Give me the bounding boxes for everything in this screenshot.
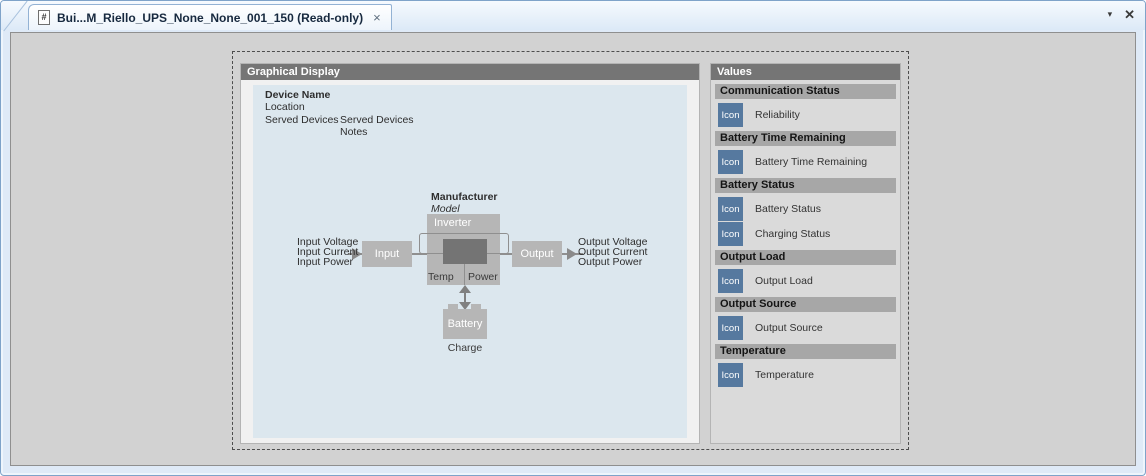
section-header-communication-status: Communication Status <box>715 84 896 99</box>
value-row-output-source[interactable]: Icon Output Source <box>718 316 896 340</box>
value-row-battery-time-remaining[interactable]: Icon Battery Time Remaining <box>718 150 896 174</box>
tab-bar: # Bui...M_Riello_UPS_None_None_001_150 (… <box>1 1 1145 30</box>
inverter-core-box <box>443 239 487 264</box>
output-box: Output <box>512 241 562 267</box>
document-tab[interactable]: # Bui...M_Riello_UPS_None_None_001_150 (… <box>28 4 392 30</box>
served-devices-value: Served Devices <box>340 114 414 126</box>
tab-close-icon[interactable]: × <box>373 11 381 24</box>
input-metrics: Input Voltage Input Current Input Power <box>297 237 358 267</box>
section-header-output-load: Output Load <box>715 250 896 265</box>
value-row-battery-status[interactable]: Icon Battery Status <box>718 197 896 221</box>
value-row-output-load[interactable]: Icon Output Load <box>718 269 896 293</box>
close-document-icon[interactable]: ✕ <box>1124 8 1135 21</box>
inverter-label: Inverter <box>434 217 471 229</box>
notes-label: Notes <box>340 126 367 138</box>
value-icon: Icon <box>718 316 743 340</box>
values-panel[interactable]: Values Communication Status Icon Reliabi… <box>710 63 901 444</box>
values-header: Values <box>711 64 900 80</box>
manufacturer-label: Manufacturer <box>431 191 498 203</box>
document-icon: # <box>38 10 50 25</box>
section-header-temperature: Temperature <box>715 344 896 359</box>
value-icon: Icon <box>718 197 743 221</box>
value-icon: Icon <box>718 269 743 293</box>
battery-box: Battery <box>443 309 487 339</box>
value-row-label: Temperature <box>755 369 814 381</box>
value-row-label: Charging Status <box>755 228 830 240</box>
input-box: Input <box>362 241 412 267</box>
tab-list-dropdown-icon[interactable]: ▾ <box>1108 10 1113 19</box>
editor-window: # Bui...M_Riello_UPS_None_None_001_150 (… <box>0 0 1146 476</box>
value-row-temperature[interactable]: Icon Temperature <box>718 363 896 387</box>
values-body: Communication Status Icon Reliability Ba… <box>711 84 900 387</box>
temp-label: Temp <box>428 271 454 283</box>
value-row-label: Battery Time Remaining <box>755 156 867 168</box>
graphical-display-panel[interactable]: Graphical Display Device Name Location S… <box>240 63 700 444</box>
value-row-label: Battery Status <box>755 203 821 215</box>
output-metrics: Output Voltage Output Current Output Pow… <box>578 237 647 267</box>
temp-power-divider <box>464 264 465 285</box>
tab-title: Bui...M_Riello_UPS_None_None_001_150 (Re… <box>57 11 363 25</box>
value-icon: Icon <box>718 363 743 387</box>
value-icon: Icon <box>718 222 743 246</box>
device-name-label: Device Name <box>265 89 330 101</box>
served-devices-label: Served Devices <box>265 114 339 126</box>
device-graphic-canvas: Device Name Location Served Devices Serv… <box>253 85 687 438</box>
graphical-display-header: Graphical Display <box>241 64 699 80</box>
value-icon: Icon <box>718 150 743 174</box>
value-row-label: Reliability <box>755 109 800 121</box>
section-header-battery-status: Battery Status <box>715 178 896 193</box>
section-header-output-source: Output Source <box>715 297 896 312</box>
output-power-label: Output Power <box>578 257 647 267</box>
value-icon: Icon <box>718 103 743 127</box>
output-arrow-icon <box>567 248 577 260</box>
value-row-charging-status[interactable]: Icon Charging Status <box>718 222 896 246</box>
power-label: Power <box>468 271 498 283</box>
value-row-label: Output Source <box>755 322 823 334</box>
location-label: Location <box>265 101 305 113</box>
charge-label: Charge <box>431 342 499 354</box>
tab-bar-controls: ▾ ✕ <box>1108 8 1135 21</box>
value-row-label: Output Load <box>755 275 813 287</box>
value-row-reliability[interactable]: Icon Reliability <box>718 103 896 127</box>
input-power-label: Input Power <box>297 257 358 267</box>
section-header-battery-time-remaining: Battery Time Remaining <box>715 131 896 146</box>
tab-slant-divider <box>3 1 27 32</box>
design-canvas[interactable]: Graphical Display Device Name Location S… <box>10 32 1136 466</box>
